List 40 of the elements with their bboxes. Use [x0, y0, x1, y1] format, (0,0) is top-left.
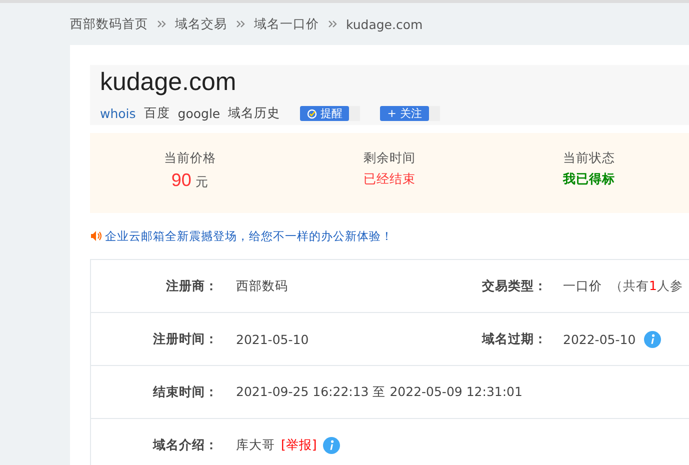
follow-button[interactable]: + 关注 — [380, 106, 430, 121]
report-link[interactable]: [举报] — [281, 436, 317, 454]
stat-label: 剩余时间 — [364, 150, 416, 167]
breadcrumb-link[interactable]: kudage.com — [346, 16, 423, 32]
info-icon[interactable] — [644, 330, 661, 348]
field-value: 一口价 — [563, 278, 602, 294]
speaker-icon — [90, 230, 102, 242]
field-label: 域名介绍： — [152, 436, 218, 454]
field-value: 库大哥 — [236, 436, 275, 454]
info-icon[interactable] — [322, 436, 340, 454]
field-label: 注册时间： — [152, 330, 218, 348]
stat-label: 当前价格 — [164, 150, 216, 167]
participant-note: （共有1人参 — [610, 278, 683, 294]
check-icon — [306, 108, 317, 118]
breadcrumb-link[interactable]: 域名交易 — [175, 16, 227, 32]
chevron-icon — [328, 20, 337, 28]
breadcrumb-link[interactable]: 域名一口价 — [254, 16, 319, 32]
chevron-icon — [236, 20, 245, 28]
promo-link[interactable]: 企业云邮箱全新震撼登场，给您不一样的办公新体验！ — [105, 228, 393, 244]
field-label: 注册商： — [165, 278, 218, 294]
field-label: 交易类型： — [481, 278, 547, 294]
search-link[interactable]: google — [178, 106, 220, 121]
price-unit: 元 — [195, 174, 208, 189]
search-link[interactable]: 域名历史 — [228, 105, 280, 122]
field-value: 西部数码 — [236, 278, 288, 294]
stat-label: 当前状态 — [563, 150, 616, 167]
price-value: 90 — [171, 170, 192, 190]
search-link[interactable]: 百度 — [144, 105, 170, 122]
breadcrumb-link[interactable]: 西部数码首页 — [70, 16, 148, 32]
stat-value: 已经结束 — [364, 171, 416, 188]
field-value: 2021-05-10 — [236, 332, 309, 346]
remind-button[interactable]: 提醒 — [300, 106, 350, 121]
domain-title: kudage.com — [100, 67, 238, 98]
search-link[interactable]: whois — [100, 106, 136, 121]
field-label: 域名过期： — [480, 330, 547, 348]
field-label: 结束时间： — [152, 384, 218, 400]
field-value: 2022-05-10 — [563, 332, 636, 346]
stat-value: 我已得标 — [563, 171, 616, 188]
chevron-icon — [157, 20, 166, 28]
field-value: 2021-09-25 16:22:13 至 2022-05-09 12:31:01 — [236, 384, 522, 400]
